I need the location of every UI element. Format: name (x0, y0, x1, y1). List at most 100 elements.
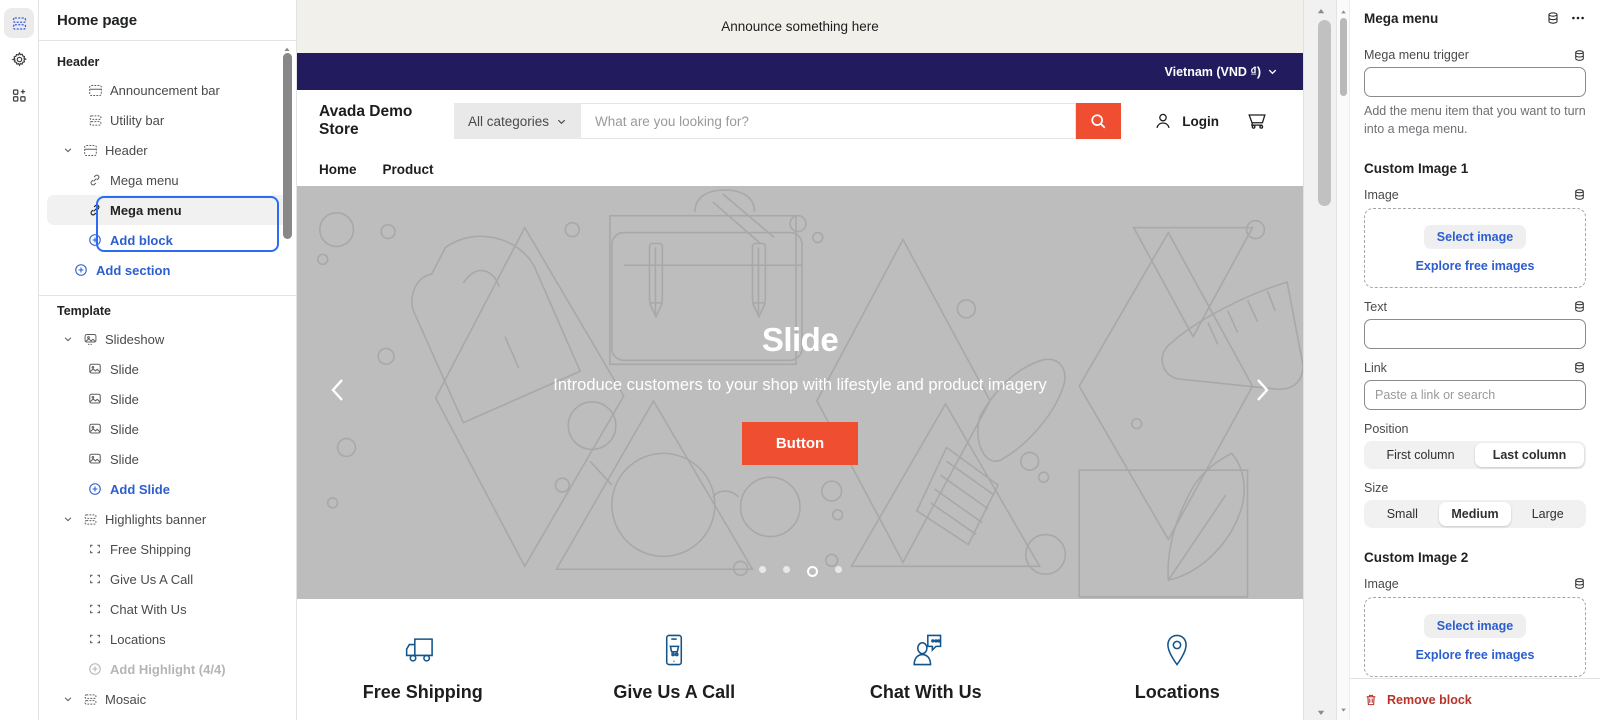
image-dropzone-2[interactable]: Select image Explore free images (1364, 596, 1586, 677)
sidebar-item-slide-1[interactable]: Slide (47, 354, 288, 384)
sidebar-item-announcement-bar[interactable]: Announcement bar (47, 75, 288, 105)
remove-block-label: Remove block (1387, 692, 1472, 707)
explore-free-images-link[interactable]: Explore free images (1416, 648, 1535, 662)
highlight-label: Chat With Us (869, 682, 982, 702)
dynamic-source-icon[interactable] (1573, 300, 1586, 313)
shopping-cart-icon[interactable] (1245, 109, 1269, 133)
field-label-image-2: Image (1364, 577, 1586, 591)
search-icon (1089, 112, 1108, 131)
currency-label: Vietnam (VND ₫) (1164, 64, 1261, 79)
highlight-chat-with-us[interactable]: Chat With Us (800, 631, 1052, 703)
sidebar-item-give-us-a-call[interactable]: Give Us A Call (47, 564, 288, 594)
rail-apps-button[interactable] (4, 80, 34, 110)
utility-bar[interactable]: Vietnam (VND ₫) (297, 53, 1303, 90)
sidebar-item-header-section[interactable]: Header (47, 135, 288, 165)
sidebar-item-mega-menu-2[interactable]: Mega menu (47, 195, 288, 225)
page-title: Home page (57, 11, 137, 29)
remove-block-bar[interactable]: Remove block (1337, 678, 1600, 720)
scroll-up-arrow-icon[interactable] (1316, 5, 1326, 15)
highlight-locations[interactable]: Locations (1052, 631, 1304, 703)
dynamic-source-icon[interactable] (1573, 361, 1586, 374)
category-dropdown[interactable]: All categories (454, 103, 582, 139)
dynamic-source-icon[interactable] (1573, 577, 1586, 590)
search-submit-button[interactable] (1076, 103, 1121, 139)
dynamic-source-icon[interactable] (1546, 11, 1560, 25)
highlight-free-shipping[interactable]: Free Shipping (297, 631, 549, 703)
sidebar-item-utility-bar[interactable]: Utility bar (47, 105, 288, 135)
dynamic-source-icon[interactable] (1573, 188, 1586, 201)
link-input[interactable]: Paste a link or search (1364, 379, 1586, 410)
rail-sections-button[interactable] (4, 8, 34, 38)
highlight-give-us-a-call[interactable]: Give Us A Call (549, 631, 801, 703)
field-label-image-1: Image (1364, 188, 1586, 202)
settings-scrollbar-thumb[interactable] (1340, 18, 1347, 96)
sidebar-item-chat-with-us[interactable]: Chat With Us (47, 594, 288, 624)
add-slide-button[interactable]: Add Slide (47, 474, 288, 504)
size-option-medium[interactable]: Medium (1438, 501, 1512, 526)
sidebar-item-highlights-banner[interactable]: Highlights banner (47, 504, 288, 534)
position-option-last-column[interactable]: Last column (1475, 442, 1584, 467)
section-title-custom-image-1: Custom Image 1 (1364, 160, 1469, 176)
more-options-icon[interactable] (1570, 10, 1586, 26)
sidebar-item-free-shipping[interactable]: Free Shipping (47, 534, 288, 564)
highlight-label: Free Shipping (362, 682, 483, 702)
sidebar-item-slideshow[interactable]: Slideshow (47, 324, 288, 354)
sidebar-item-label: Slide (110, 361, 139, 377)
slideshow-next-button[interactable] (1251, 374, 1273, 412)
add-section-label: Add section (96, 262, 171, 278)
slideshow-dot-2[interactable] (782, 566, 790, 573)
nav-item-home[interactable]: Home (319, 162, 357, 177)
slideshow-dot-1[interactable] (758, 566, 766, 573)
scroll-down-arrow-icon[interactable] (1340, 701, 1347, 716)
store-preview-region: Announce something here Vietnam (VND ₫) … (297, 0, 1336, 720)
sidebar-item-slide-3[interactable]: Slide (47, 414, 288, 444)
section-stack-icon (82, 512, 98, 527)
preview-scrollbar[interactable] (1303, 0, 1336, 720)
sidebar-item-locations[interactable]: Locations (47, 624, 288, 654)
size-option-large[interactable]: Large (1511, 502, 1584, 526)
plus-circle-icon (87, 233, 103, 247)
mega-menu-trigger-input[interactable] (1364, 67, 1586, 97)
chevron-down-icon[interactable] (61, 694, 75, 704)
login-button[interactable]: Login (1152, 110, 1219, 132)
search-input[interactable]: What are you looking for? (581, 103, 1076, 139)
store-logo[interactable]: Avada Demo Store (319, 103, 454, 139)
hero-cta-button[interactable]: Button (741, 421, 859, 465)
dynamic-source-icon[interactable] (1573, 49, 1586, 62)
settings-content: Mega menu Mega menu trigger Add the menu… (1350, 0, 1600, 678)
size-option-small[interactable]: Small (1366, 502, 1439, 526)
rail-settings-button[interactable] (4, 44, 34, 74)
scroll-up-arrow-icon[interactable] (283, 42, 291, 51)
scroll-up-arrow-icon[interactable] (1340, 4, 1347, 19)
sidebar-scrollbar-thumb[interactable] (283, 53, 292, 239)
hero-content: Slide Introduce customers to your shop w… (297, 186, 1303, 599)
sidebar-item-slide-4[interactable]: Slide (47, 444, 288, 474)
select-image-button[interactable]: Select image (1423, 613, 1527, 638)
add-section-button[interactable]: Add section (47, 255, 288, 285)
delivery-truck-icon (403, 631, 443, 669)
sidebar-item-mega-menu-1[interactable]: Mega menu (47, 165, 288, 195)
sidebar-item-label: Locations (110, 631, 166, 647)
add-block-button[interactable]: Add block (47, 225, 288, 255)
nav-item-product[interactable]: Product (383, 162, 434, 177)
text-input[interactable] (1364, 318, 1586, 349)
announcement-bar[interactable]: Announce something here (297, 0, 1303, 53)
sidebar-item-mosaic[interactable]: Mosaic (47, 684, 288, 714)
sidebar-tree[interactable]: Header Announcement bar Utility bar Head… (39, 41, 296, 720)
preview-scrollbar-thumb[interactable] (1318, 20, 1331, 206)
slideshow-prev-button[interactable] (327, 374, 349, 412)
sidebar-item-slide-2[interactable]: Slide (47, 384, 288, 414)
chevron-down-icon[interactable] (61, 514, 75, 524)
currency-selector[interactable]: Vietnam (VND ₫) (1165, 65, 1278, 79)
login-label: Login (1182, 113, 1219, 129)
settings-scrollbar[interactable] (1337, 0, 1350, 720)
explore-free-images-link[interactable]: Explore free images (1416, 259, 1535, 273)
slideshow-dot-4[interactable] (834, 566, 842, 573)
scroll-down-arrow-icon[interactable] (1316, 705, 1326, 715)
select-image-button[interactable]: Select image (1423, 224, 1527, 249)
slideshow-dot-3[interactable] (806, 566, 818, 577)
chevron-down-icon[interactable] (61, 334, 75, 344)
position-option-first-column[interactable]: First column (1366, 443, 1475, 467)
chevron-down-icon[interactable] (61, 145, 75, 155)
image-dropzone-1[interactable]: Select image Explore free images (1364, 207, 1586, 288)
